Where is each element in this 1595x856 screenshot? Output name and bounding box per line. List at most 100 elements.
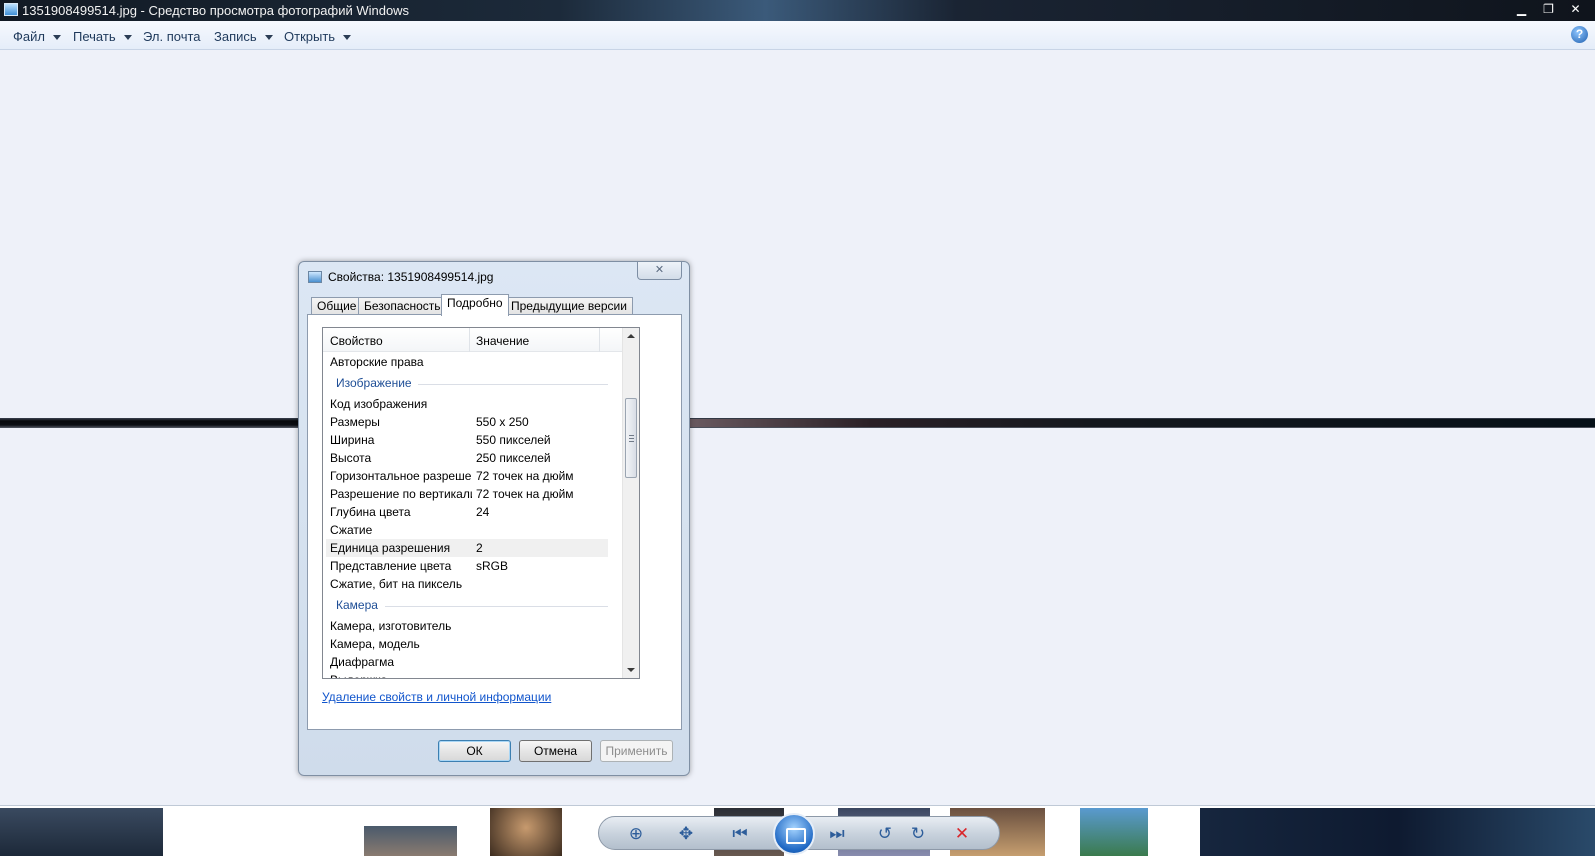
group-header-camera: Камера <box>336 598 378 612</box>
dialog-title: Свойства: 1351908499514.jpg <box>328 270 494 284</box>
menu-print-label: Печать <box>73 29 116 44</box>
property-value: 72 точек на дюйм <box>476 487 574 501</box>
window-title-bar: 1351908499514.jpg - Средство просмотра ф… <box>0 0 1595 21</box>
zoom-icon[interactable]: ⊕ <box>625 823 647 845</box>
menu-burn[interactable]: Запись <box>214 29 273 44</box>
property-value: 250 пикселей <box>476 451 551 465</box>
scroll-up-arrow-icon[interactable] <box>627 334 635 338</box>
property-name: Сжатие <box>330 523 373 537</box>
menu-file-label: Файл <box>13 29 45 44</box>
filmstrip-thumbnail[interactable] <box>0 808 163 856</box>
next-icon[interactable]: ⏭ <box>826 823 848 845</box>
list-item[interactable]: Глубина цвета 24 <box>326 503 608 521</box>
property-name: Сжатие, бит на пиксель <box>330 577 463 591</box>
grip-icon <box>629 435 634 442</box>
list-item-partial[interactable]: Выдержка <box>326 671 608 678</box>
property-name: Глубина цвета <box>330 505 411 519</box>
previous-icon[interactable]: ⏮ <box>729 823 751 845</box>
group-divider <box>385 606 608 607</box>
window-controls: ▁ ❐ ✕ <box>1508 0 1589 18</box>
menu-bar: Файл Печать Эл. почта Запись Открыть ? <box>0 21 1595 50</box>
filmstrip-thumbnail[interactable] <box>1080 808 1148 856</box>
list-item[interactable]: Размеры 550 x 250 <box>326 413 608 431</box>
list-item[interactable]: Разрешение по вертикали 72 точек на дюйм <box>326 485 608 503</box>
filmstrip-thumbnail[interactable] <box>364 826 457 856</box>
list-item[interactable]: Камера, модель <box>326 635 608 653</box>
property-list[interactable]: Свойство Значение Авторские права Изобра… <box>322 327 640 679</box>
menu-email[interactable]: Эл. почта <box>143 29 201 44</box>
window-title: 1351908499514.jpg - Средство просмотра ф… <box>22 3 410 18</box>
apply-button[interactable]: Применить <box>600 740 673 762</box>
photo-viewer-app-icon <box>4 3 18 16</box>
property-list-scrollbar[interactable] <box>622 328 639 678</box>
list-item[interactable]: Представление цвета sRGB <box>326 557 608 575</box>
property-value: sRGB <box>476 559 509 573</box>
column-divider[interactable] <box>599 328 600 352</box>
property-value: 550 пикселей <box>476 433 551 447</box>
dialog-close-button[interactable]: ✕ <box>637 262 682 280</box>
column-divider[interactable] <box>469 328 470 352</box>
column-header-value[interactable]: Значение <box>476 334 529 348</box>
help-icon[interactable]: ? <box>1571 26 1588 43</box>
rotate-counterclockwise-icon[interactable]: ↺ <box>874 823 896 845</box>
filmstrip-thumbnail[interactable] <box>1200 808 1595 856</box>
list-item[interactable]: Сжатие <box>326 521 608 539</box>
menu-file[interactable]: Файл <box>13 29 61 44</box>
tab-details[interactable]: Подробно <box>441 294 509 316</box>
group-header-image: Изображение <box>336 376 412 390</box>
menu-burn-label: Запись <box>214 29 257 44</box>
displayed-photo-right <box>690 419 1595 427</box>
property-list-header: Свойство Значение <box>323 328 623 352</box>
slideshow-button[interactable] <box>773 813 815 855</box>
minimize-button[interactable]: ▁ <box>1508 0 1535 18</box>
menu-print[interactable]: Печать <box>73 29 132 44</box>
remove-properties-link[interactable]: Удаление свойств и личной информации <box>322 690 551 704</box>
property-name: Единица разрешения <box>330 541 451 555</box>
property-name: Ширина <box>330 433 375 447</box>
chevron-down-icon <box>123 35 132 41</box>
delete-icon[interactable]: ✕ <box>951 823 973 845</box>
property-name: Представление цвета <box>330 559 452 573</box>
property-value: 550 x 250 <box>476 415 529 429</box>
list-item[interactable]: Высота 250 пикселей <box>326 449 608 467</box>
menu-email-label: Эл. почта <box>143 29 201 44</box>
chevron-down-icon <box>264 35 273 41</box>
column-header-property[interactable]: Свойство <box>330 334 383 348</box>
property-value: 2 <box>476 541 483 555</box>
property-name: Код изображения <box>330 397 428 411</box>
image-viewer-area <box>0 51 1595 805</box>
cancel-button[interactable]: Отмена <box>519 740 592 762</box>
property-value: 72 точек на дюйм <box>476 469 574 483</box>
property-name: Высота <box>330 451 372 465</box>
filmstrip-thumbnail[interactable] <box>490 808 562 856</box>
menu-open-label: Открыть <box>284 29 336 44</box>
navigation-controls: ⊕ ✥ ⏮ ⏭ ↺ ↻ ✕ <box>598 813 1000 855</box>
properties-dialog: Свойства: 1351908499514.jpg ✕ Общие Безо… <box>298 261 690 776</box>
property-name: Выдержка <box>330 671 472 678</box>
property-name: Камера, модель <box>330 637 420 651</box>
list-item[interactable]: Ширина 550 пикселей <box>326 431 608 449</box>
scroll-down-arrow-icon[interactable] <box>627 668 635 672</box>
property-name: Авторские права <box>330 355 424 369</box>
list-item[interactable]: Диафрагма <box>326 653 608 671</box>
list-item[interactable]: Код изображения <box>326 395 608 413</box>
list-item[interactable]: Камера, изготовитель <box>326 617 608 635</box>
list-item-selected[interactable]: Единица разрешения 2 <box>326 539 608 557</box>
list-item[interactable]: Сжатие, бит на пиксель <box>326 575 608 593</box>
chevron-down-icon <box>343 35 352 41</box>
rotate-clockwise-icon[interactable]: ↻ <box>907 823 929 845</box>
group-divider <box>418 384 608 385</box>
property-name: Горизонтальное разреше... <box>330 469 472 483</box>
menu-open[interactable]: Открыть <box>284 29 352 44</box>
details-panel: Свойство Значение Авторские права Изобра… <box>307 314 682 730</box>
scrollbar-thumb[interactable] <box>625 398 637 478</box>
image-file-icon <box>308 271 322 283</box>
list-item[interactable]: Авторские права <box>326 353 608 371</box>
ok-button[interactable]: ОК <box>438 740 511 762</box>
actual-size-icon[interactable]: ✥ <box>675 823 697 845</box>
maximize-button[interactable]: ❐ <box>1535 0 1562 18</box>
close-window-button[interactable]: ✕ <box>1562 0 1589 18</box>
list-item[interactable]: Горизонтальное разреше... 72 точек на дюй… <box>326 467 608 485</box>
property-name: Диафрагма <box>330 655 395 669</box>
chevron-down-icon <box>52 35 61 41</box>
